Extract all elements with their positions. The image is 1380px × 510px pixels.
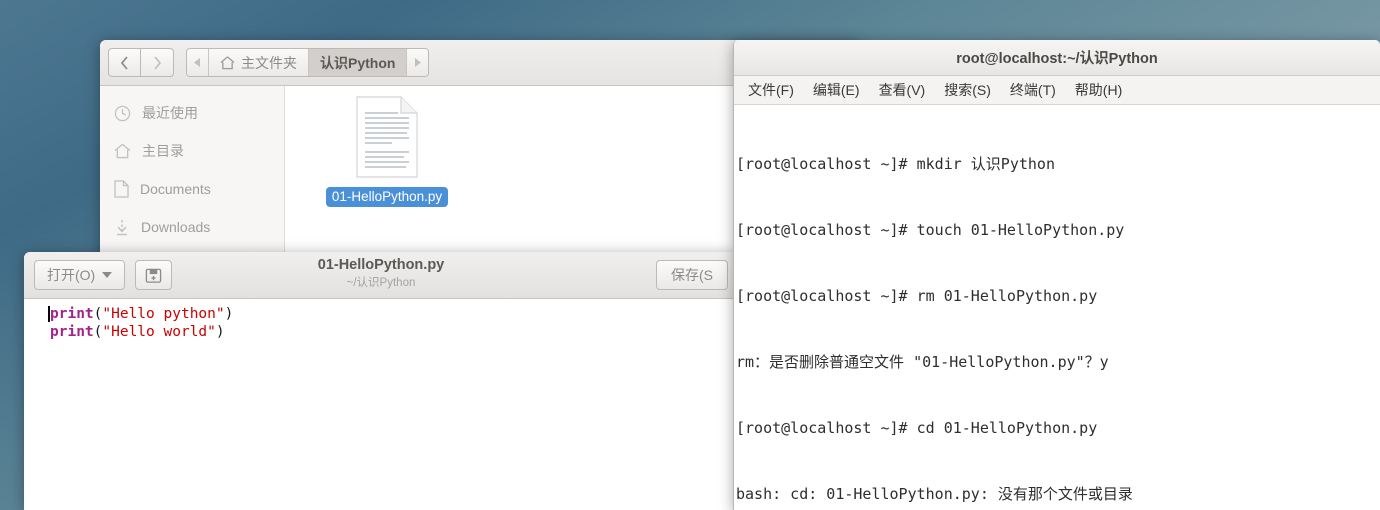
- sidebar-item-downloads[interactable]: Downloads: [100, 208, 284, 246]
- terminal-titlebar: root@localhost:~/认识Python: [734, 40, 1380, 76]
- code-line: print("Hello python"): [50, 305, 738, 323]
- forward-button[interactable]: [141, 48, 174, 77]
- terminal-line: rm：是否删除普通空文件 "01-HelloPython.py"？y: [736, 353, 1109, 371]
- triangle-left-icon: [194, 58, 200, 67]
- menu-edit[interactable]: 编辑(E): [805, 78, 868, 102]
- terminal-window: root@localhost:~/认识Python 文件(F) 编辑(E) 查看…: [733, 40, 1380, 510]
- breadcrumb-scroll-right[interactable]: [407, 49, 429, 76]
- menu-file[interactable]: 文件(F): [740, 78, 802, 102]
- sidebar-item-home[interactable]: 主目录: [100, 132, 284, 170]
- chevron-down-icon: [102, 272, 113, 278]
- file-item[interactable]: 01-HelloPython.py: [322, 96, 452, 207]
- text-document-icon: [356, 96, 418, 178]
- terminal-output[interactable]: [root@localhost ~]# mkdir 认识Python [root…: [734, 105, 1380, 510]
- breadcrumb-label: 认识Python: [320, 54, 396, 71]
- text-editor-window: 打开(O) 01-HelloPython.py ~/认识Python 保存(S: [24, 252, 738, 510]
- save-button[interactable]: 保存(S: [656, 260, 728, 290]
- home-icon: [114, 143, 131, 159]
- back-button[interactable]: [108, 48, 141, 77]
- breadcrumb: 主文件夹 认识Python: [186, 48, 430, 77]
- sidebar-item-label: 主目录: [142, 143, 184, 159]
- menu-terminal[interactable]: 终端(T): [1002, 78, 1064, 102]
- code-line: print("Hello world"): [50, 323, 738, 341]
- file-path-subtitle: ~/认识Python: [346, 277, 416, 289]
- code-editor-area[interactable]: print("Hello python") print("Hello world…: [24, 299, 738, 510]
- chevron-left-icon: [120, 55, 128, 70]
- page-title: 01-HelloPython.py: [317, 257, 445, 273]
- terminal-menubar: 文件(F) 编辑(E) 查看(V) 搜索(S) 终端(T) 帮助(H): [734, 76, 1380, 105]
- home-icon: [220, 55, 235, 69]
- sidebar-item-documents[interactable]: Documents: [100, 170, 284, 208]
- breadcrumb-scroll-left[interactable]: [187, 49, 209, 76]
- code-string: "Hello python": [102, 306, 225, 322]
- terminal-line: [root@localhost ~]# cd 01-HelloPython.py: [736, 419, 1098, 437]
- file-item-label: 01-HelloPython.py: [325, 187, 449, 207]
- triangle-right-icon: [415, 58, 422, 67]
- code-punct: ): [224, 306, 234, 322]
- open-button-label: 打开(O): [47, 267, 96, 283]
- sidebar-item-label: 最近使用: [142, 105, 198, 121]
- breadcrumb-item-home[interactable]: 主文件夹: [209, 49, 309, 76]
- code-keyword: print: [50, 306, 94, 322]
- text-editor-title-block: 01-HelloPython.py ~/认识Python: [24, 257, 738, 290]
- open-button[interactable]: 打开(O): [34, 260, 126, 290]
- desktop-background: 主文件夹 认识Python 最近使用 主目录 Documents Downloa…: [0, 0, 1380, 510]
- breadcrumb-item-current[interactable]: 认识Python: [309, 49, 408, 76]
- sidebar-item-label: Downloads: [141, 219, 211, 235]
- terminal-line: [root@localhost ~]# touch 01-HelloPython…: [736, 221, 1125, 239]
- text-editor-header: 打开(O) 01-HelloPython.py ~/认识Python 保存(S: [24, 252, 738, 299]
- breadcrumb-label: 主文件夹: [241, 54, 297, 71]
- menu-help[interactable]: 帮助(H): [1067, 78, 1130, 102]
- chevron-right-icon: [153, 55, 161, 70]
- menu-view[interactable]: 查看(V): [871, 78, 934, 102]
- menu-search[interactable]: 搜索(S): [936, 78, 999, 102]
- terminal-title-label: root@localhost:~/认识Python: [956, 51, 1158, 67]
- code-keyword: print: [50, 324, 94, 340]
- nav-button-group: [108, 48, 174, 77]
- terminal-line: [root@localhost ~]# rm 01-HelloPython.py: [736, 287, 1098, 305]
- save-button-label: 保存(S: [671, 267, 713, 283]
- code-punct: ): [215, 324, 225, 340]
- clock-icon: [114, 105, 131, 121]
- sidebar-item-label: Documents: [140, 181, 211, 197]
- terminal-line: bash: cd: 01-HelloPython.py: 没有那个文件或目录: [736, 485, 1133, 503]
- save-as-icon: [145, 268, 162, 283]
- document-icon: [114, 180, 129, 198]
- download-icon: [117, 219, 127, 235]
- sidebar-item-recent[interactable]: 最近使用: [100, 94, 284, 132]
- save-as-button[interactable]: [135, 260, 173, 290]
- terminal-line: [root@localhost ~]# mkdir 认识Python: [736, 155, 1055, 173]
- code-string: "Hello world": [102, 324, 216, 340]
